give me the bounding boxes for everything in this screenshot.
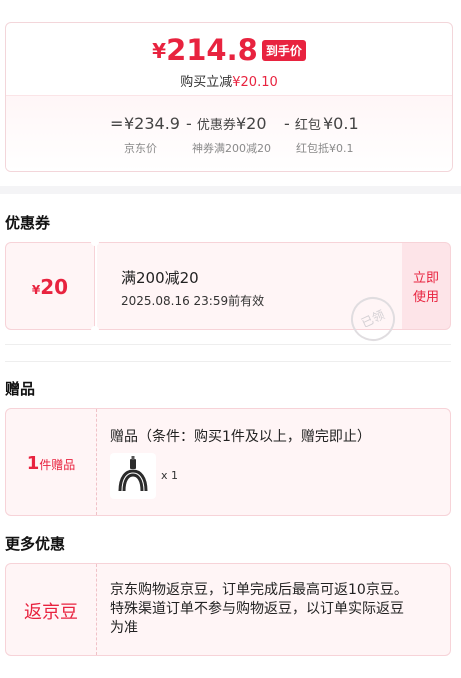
coupon-info: 满200减20 2025.08.16 23:59前有效 已领: [97, 242, 403, 349]
coupon-notch-bottom: [91, 326, 99, 334]
coupon-name: 满200减20: [121, 269, 199, 287]
gift-description: 赠品（条件：购买1件及以上，赠完即止）: [110, 429, 371, 445]
cable-icon[interactable]: [110, 453, 156, 499]
label-coupon: 神券满200减20: [192, 142, 271, 155]
label-redpack: 红包抵¥0.1: [296, 142, 354, 155]
jd-bean-card: 返京豆 京东购物返京豆，订单完成后最高可返10京豆。特殊渠道订单不参与购物返豆，…: [5, 563, 451, 656]
final-price-badge: 到手价: [261, 40, 306, 61]
price-card: ¥214.8 到手价 购买立减¥20.10 = ¥234.9 - 优惠券 ¥20 …: [5, 22, 453, 172]
coupon-card[interactable]: ¥20 满200减20 2025.08.16 23:59前有效 已领 立即使用: [5, 238, 451, 349]
breakdown-redpack-value: ¥0.1: [323, 114, 359, 133]
breakdown-jd-price: ¥234.9: [124, 114, 180, 133]
divider-line: [5, 361, 451, 362]
currency-symbol: ¥: [152, 39, 167, 63]
saving-prefix: 购买立减: [180, 75, 233, 90]
gift-count: 1: [26, 453, 40, 474]
price-summary: ¥214.8 到手价 购买立减¥20.10: [6, 23, 452, 95]
gift-quantity: x 1: [161, 469, 179, 482]
coupon-currency: ¥: [31, 283, 41, 297]
section-divider: [0, 186, 461, 194]
final-price: 214.8: [166, 33, 258, 67]
use-now-button[interactable]: 立即使用: [402, 242, 451, 330]
saving-amount: ¥20.10: [232, 75, 278, 90]
more-separator: [96, 564, 97, 655]
gift-card: 1件赠品 赠品（条件：购买1件及以上，赠完即止） x 1: [5, 408, 451, 516]
coupon-notch-top: [91, 238, 99, 246]
jd-bean-tag: 返京豆: [24, 602, 78, 623]
gift-count-block: 1件赠品: [6, 409, 96, 515]
breakdown-eq: =: [110, 114, 124, 133]
coupon-expiry: 2025.08.16 23:59前有效: [121, 294, 265, 308]
saving-line: 购买立减¥20.10: [6, 71, 452, 90]
price-breakdown: = ¥234.9 - 优惠券 ¥20 - 红包 ¥0.1 京东价 神券满200减…: [6, 95, 452, 171]
coupon-section-title: 优惠券: [5, 214, 51, 232]
label-jd-price: 京东价: [124, 142, 157, 155]
more-section-title: 更多优惠: [5, 535, 66, 553]
gift-separator: [96, 409, 97, 515]
breakdown-minus-redpack: - 红包: [284, 114, 321, 133]
redpack-label: 红包: [294, 118, 321, 133]
coupon-amount-block: ¥20: [5, 242, 95, 330]
claimed-stamp: 已领: [343, 289, 403, 349]
coupon-label: 优惠券: [196, 118, 236, 133]
use-now-label: 立即使用: [412, 271, 439, 305]
breakdown-coupon-value: ¥20: [236, 114, 267, 133]
gift-section-title: 赠品: [5, 380, 36, 398]
jd-bean-description: 京东购物返京豆，订单完成后最高可返10京豆。特殊渠道订单不参与购物返豆，以订单实…: [110, 582, 408, 636]
gift-count-label: 件赠品: [39, 458, 76, 472]
divider-line: [5, 344, 451, 345]
coupon-amount: 20: [40, 275, 69, 299]
breakdown-minus-coupon: - 优惠券: [186, 114, 236, 133]
